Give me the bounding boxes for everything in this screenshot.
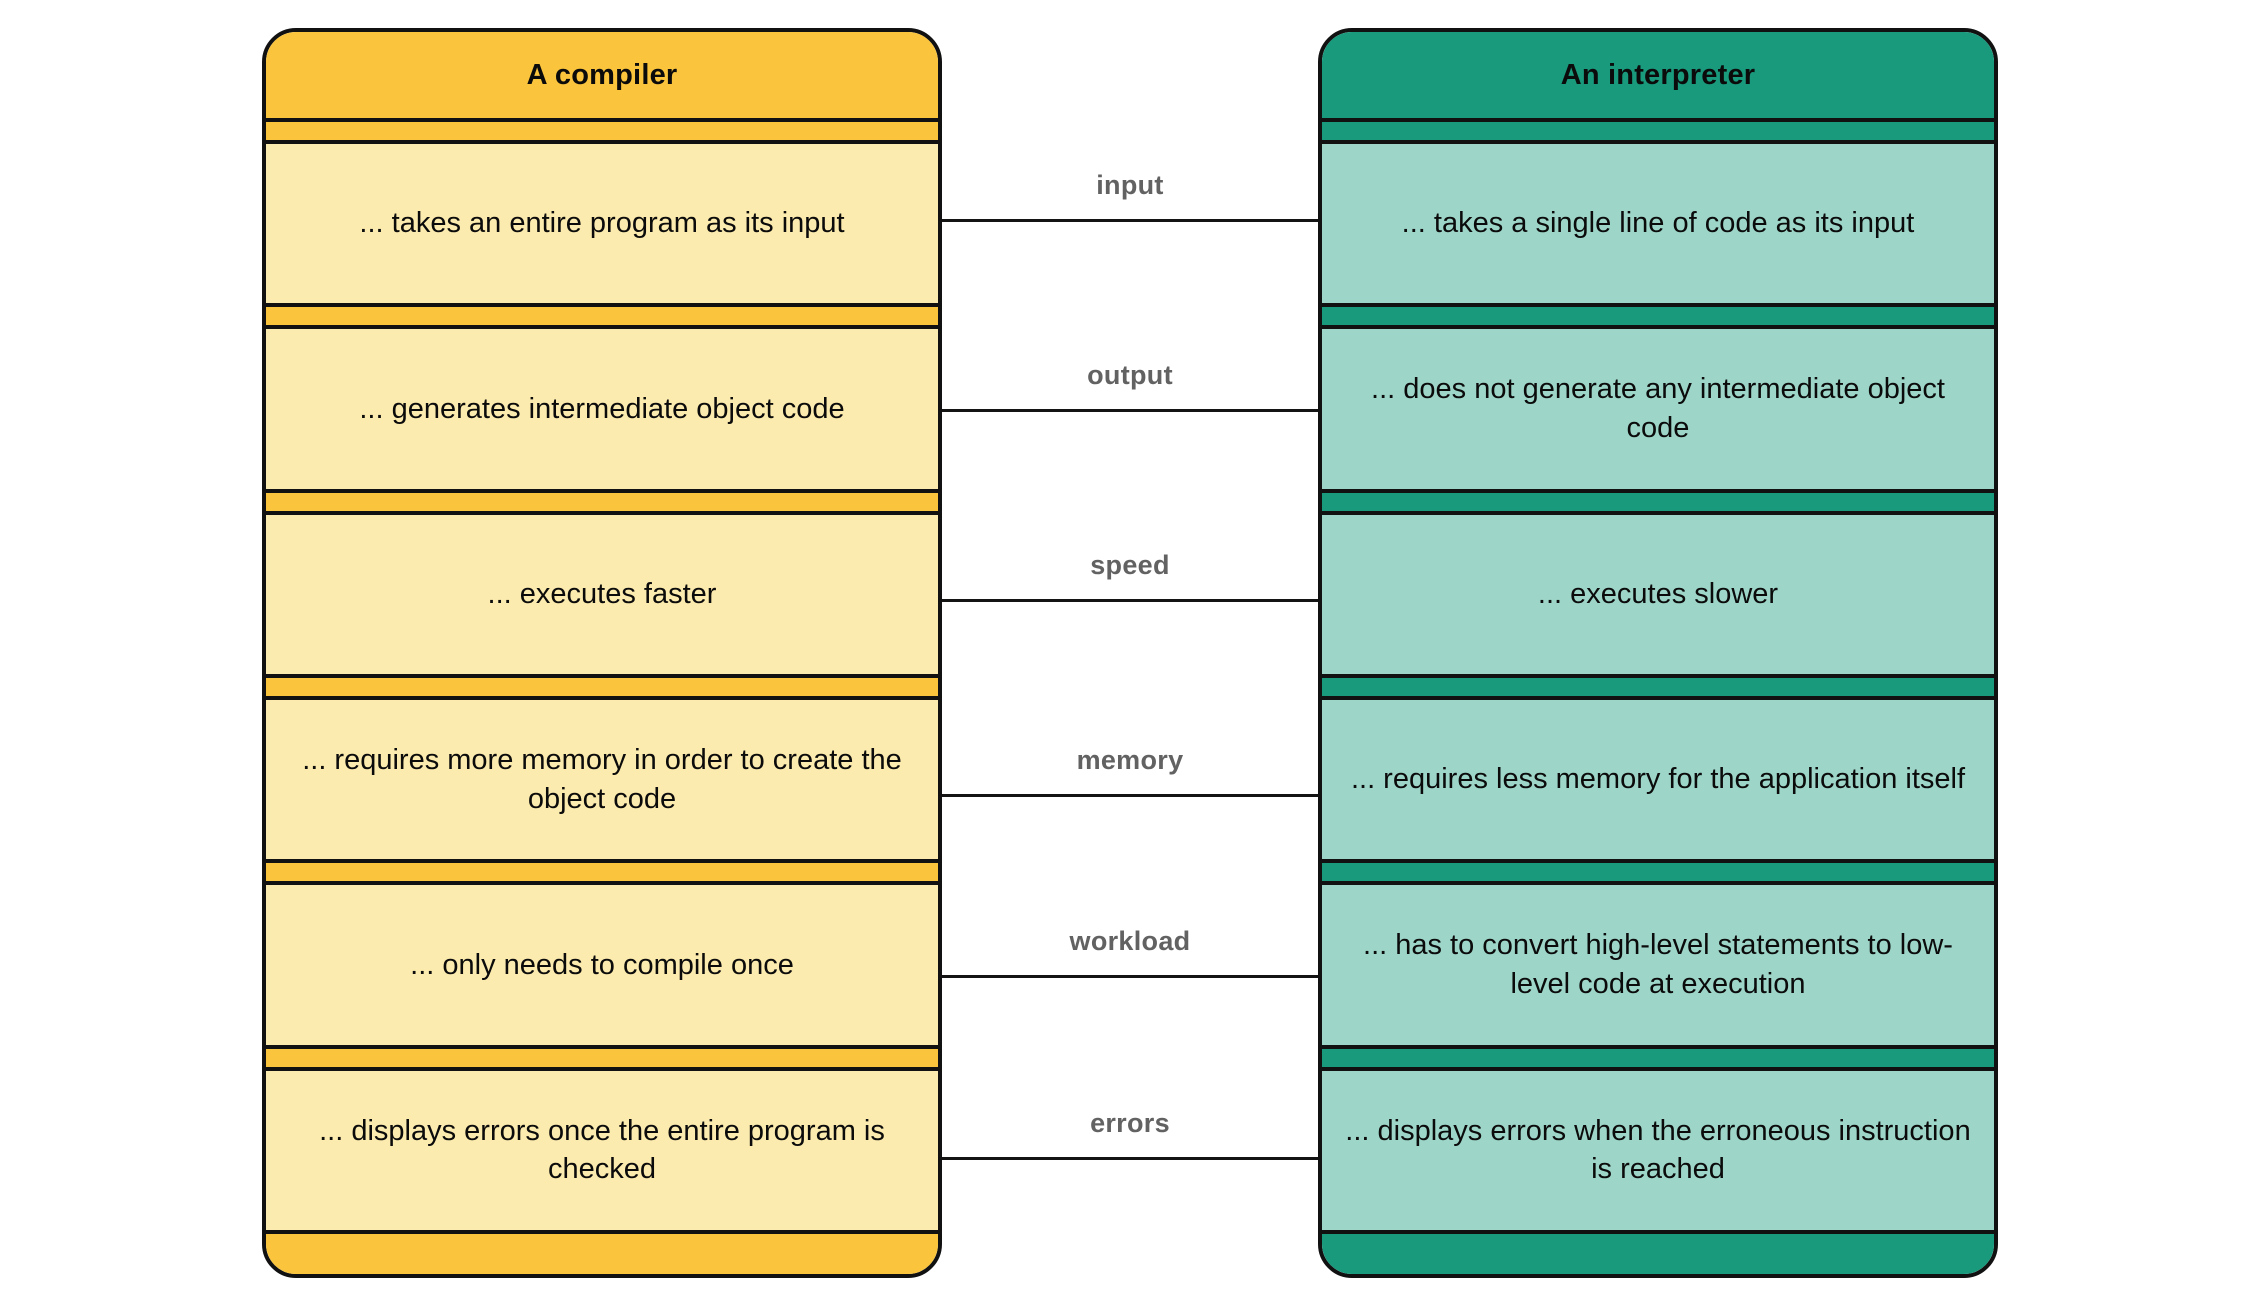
connector-label-workload: workload	[1069, 926, 1191, 956]
compiler-separator-0	[266, 118, 938, 144]
compiler-separator-4	[266, 859, 938, 886]
compiler-separator-1	[266, 303, 938, 330]
interpreter-row-output: ... does not generate any intermediate o…	[1322, 329, 1994, 489]
connector-label-input: input	[1096, 170, 1164, 200]
interpreter-row-input: ... takes a single line of code as its i…	[1322, 144, 1994, 304]
compiler-panel: A compiler ... takes an entire program a…	[262, 28, 942, 1278]
connector-line-speed	[942, 599, 1318, 602]
connector-line-workload	[942, 975, 1318, 978]
compiler-row-speed: ... executes faster	[266, 514, 938, 674]
interpreter-row-errors: ... displays errors when the erroneous i…	[1322, 1070, 1994, 1230]
connector-label-memory: memory	[1076, 745, 1184, 775]
interpreter-separator-4	[1322, 859, 1994, 886]
interpreter-separator-0	[1322, 118, 1994, 144]
interpreter-panel: An interpreter ... takes a single line o…	[1318, 28, 1998, 1278]
compiler-row-output: ... generates intermediate object code	[266, 329, 938, 489]
compiler-footer-band	[266, 1229, 938, 1274]
connector-line-memory	[942, 794, 1318, 797]
interpreter-row-memory: ... requires less memory for the applica…	[1322, 699, 1994, 860]
connector-label-errors: errors	[1090, 1108, 1170, 1138]
interpreter-footer-band	[1322, 1229, 1994, 1274]
connector-line-errors	[942, 1157, 1318, 1160]
compiler-separator-2	[266, 488, 938, 515]
interpreter-separator-2	[1322, 488, 1994, 515]
interpreter-row-workload: ... has to convert high-level statements…	[1322, 885, 1994, 1045]
compiler-separator-3	[266, 673, 938, 700]
connector-line-output	[942, 409, 1318, 412]
compiler-row-memory: ... requires more memory in order to cre…	[266, 699, 938, 860]
compiler-row-input: ... takes an entire program as its input	[266, 144, 938, 304]
connector-label-output: output	[1087, 360, 1173, 390]
connector-label-speed: speed	[1090, 550, 1170, 580]
compiler-row-workload: ... only needs to compile once	[266, 885, 938, 1045]
interpreter-separator-1	[1322, 303, 1994, 330]
interpreter-separator-5	[1322, 1044, 1994, 1071]
diagram-canvas: A compiler ... takes an entire program a…	[0, 0, 2244, 1296]
interpreter-row-speed: ... executes slower	[1322, 514, 1994, 674]
compiler-panel-title: A compiler	[266, 32, 938, 118]
compiler-row-errors: ... displays errors once the entire prog…	[266, 1070, 938, 1230]
compiler-separator-5	[266, 1044, 938, 1071]
interpreter-separator-3	[1322, 673, 1994, 700]
connector-line-input	[942, 219, 1318, 222]
interpreter-panel-title: An interpreter	[1322, 32, 1994, 118]
